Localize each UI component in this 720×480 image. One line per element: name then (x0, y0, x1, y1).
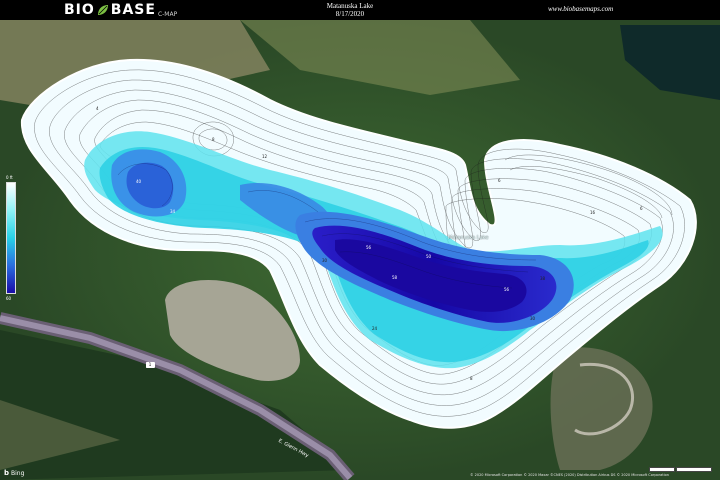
depth-label: 56 (366, 245, 372, 250)
map-attribution: © 2020 Microsoft Corporation © 2020 Maxa… (470, 473, 669, 477)
website-url[interactable]: www.biobasemaps.com (548, 5, 613, 13)
bing-text: Bing (11, 469, 25, 477)
map-title-block: Matanuska Lake 8/17/2020 (300, 2, 400, 18)
depth-label: 12 (262, 154, 268, 159)
depth-label: 56 (504, 287, 510, 292)
logo-sub: C-MAP (157, 10, 178, 18)
depth-label: 34 (170, 209, 176, 214)
logo-text-left: BIO (64, 2, 95, 18)
depth-label: 16 (590, 210, 596, 215)
legend-color-bar (6, 182, 16, 294)
depth-label: 58 (392, 275, 398, 280)
lake-name-label: Matanuska Lake (448, 235, 489, 241)
leaf-icon (97, 5, 108, 15)
depth-label: 24 (372, 326, 378, 331)
map-date: 8/17/2020 (335, 10, 365, 18)
legend-bottom-label: 60 (6, 296, 12, 301)
depth-label: 40 (136, 179, 142, 184)
satellite-map[interactable]: 8 40 34 56 58 56 30 50 38 16 6 12 24 8 4… (0, 20, 720, 480)
depth-label: 50 (426, 254, 432, 259)
scale-bar-2 (676, 467, 712, 472)
depth-label: 30 (322, 258, 328, 263)
depth-legend: 0 ft 60 (6, 175, 16, 301)
scale-bar-1 (649, 467, 675, 472)
map-title: Matanuska Lake (326, 2, 374, 10)
bing-logo: b Bing (4, 469, 24, 477)
bing-icon: b (4, 469, 10, 477)
highway-shield-label: 1 (146, 362, 154, 368)
depth-label: 30 (530, 316, 536, 321)
logo-text-right: BASE (110, 2, 156, 18)
biobase-logo: BIO BASE C-MAP (64, 2, 177, 18)
depth-label: 38 (540, 276, 546, 281)
legend-top-label: 0 ft (6, 175, 13, 180)
header-bar: BIO BASE C-MAP Matanuska Lake 8/17/2020 … (0, 0, 720, 20)
